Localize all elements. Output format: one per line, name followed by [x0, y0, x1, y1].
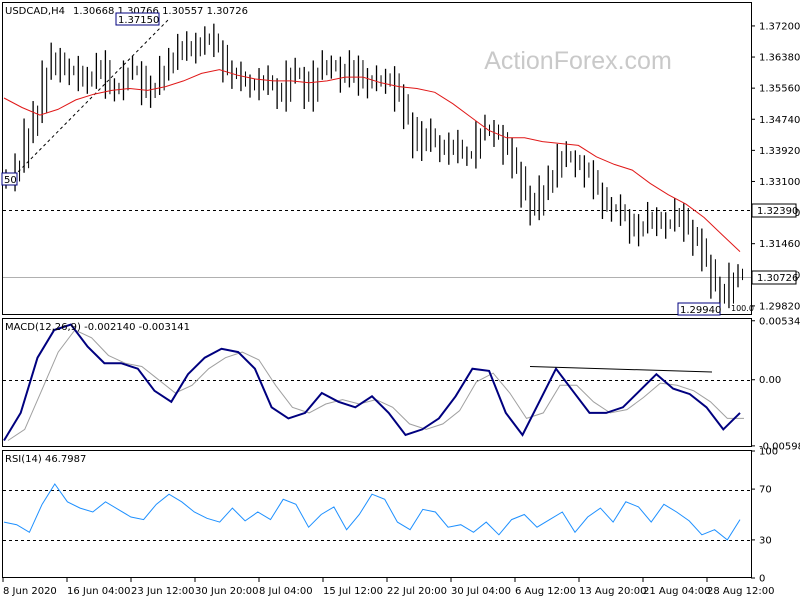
high-annotation-label: 1.37150 — [118, 15, 159, 26]
rsi-tick-label: 70 — [759, 485, 772, 496]
time-tick-label: 8 Jun 2020 — [3, 586, 57, 597]
level-price-label: 1.32390 — [757, 206, 798, 217]
price-tick-label: 1.36380 — [759, 53, 800, 64]
macd-tick-label: 0.00 — [759, 375, 781, 386]
time-tick-label: 6 Aug 12:00 — [515, 586, 576, 597]
time-tick-label: 22 Jul 20:00 — [387, 586, 447, 597]
price-panel-ohlc: 1.30668 1.30766 1.30557 1.30726 — [73, 6, 248, 17]
time-tick-label: 28 Aug 12:00 — [707, 586, 774, 597]
time-tick-label: 8 Jul 04:00 — [259, 586, 313, 597]
rsi-tick-label: 0 — [759, 574, 765, 585]
price-tick-label: 1.35560 — [759, 84, 800, 95]
price-tick-label: 1.37200 — [759, 21, 800, 32]
price-tick-label: 1.29820 — [759, 301, 800, 312]
time-tick-label: 30 Jun 20:00 — [195, 586, 259, 597]
rsi-tick-label: 100 — [759, 447, 778, 458]
price-tick-label: 1.34740 — [759, 115, 800, 126]
time-tick-label: 30 Jul 04:00 — [451, 586, 511, 597]
rsi-tick-label: 30 — [759, 535, 772, 546]
time-tick-label: 21 Aug 04:00 — [643, 586, 710, 597]
time-tick-label: 15 Jul 12:00 — [323, 586, 383, 597]
price-tick-label: 1.33920 — [759, 146, 800, 157]
price-panel-title: USDCAD,H4 — [5, 6, 65, 17]
fib-start-label: 50 — [4, 175, 17, 186]
price-tick-label: 1.31460 — [759, 239, 800, 250]
time-tick-label: 16 Jun 04:00 — [67, 586, 131, 597]
low-annotation-label: 1.29940 — [680, 305, 721, 316]
rsi-panel-title: RSI(14) 46.7987 — [5, 454, 86, 465]
last-price-label: 1.30726 — [757, 273, 798, 284]
fib-end-label: 100.0 — [731, 304, 754, 313]
chart-window: ActionForex.com 1.37200 1.36380 1.35560 1.3… — [0, 0, 800, 600]
time-tick-label: 23 Jun 12:00 — [131, 586, 195, 597]
price-tick-label: 1.33100 — [759, 177, 800, 188]
macd-tick-label: 0.005341 — [759, 316, 800, 327]
time-tick-label: 13 Aug 20:00 — [579, 586, 646, 597]
macd-panel-title: MACD(12,26,9) -0.002140 -0.003141 — [5, 322, 190, 333]
watermark: ActionForex.com — [484, 47, 672, 75]
